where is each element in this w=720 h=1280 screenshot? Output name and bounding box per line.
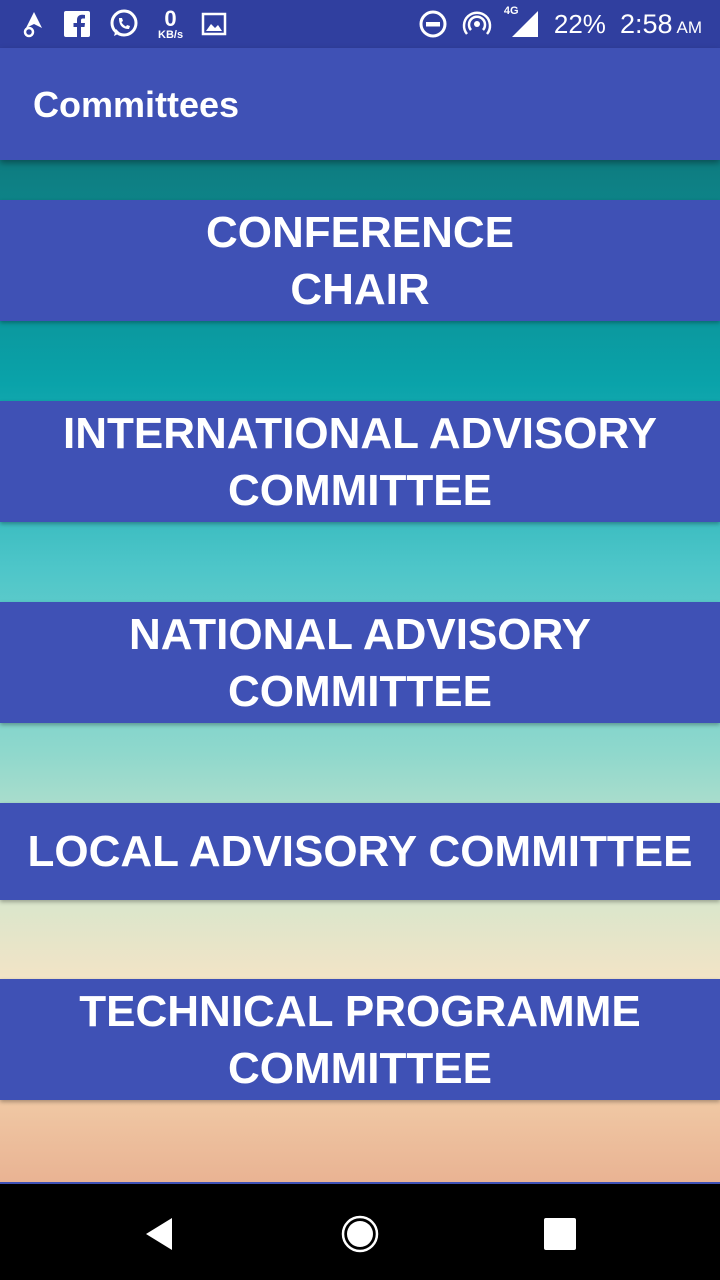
app-bar: Committees (0, 48, 720, 160)
system-icons: 4G 22% 2:58 AM (418, 0, 702, 48)
gallery-icon (201, 12, 227, 36)
clock-ampm: AM (676, 17, 703, 37)
back-icon (140, 1214, 180, 1259)
home-icon (340, 1214, 380, 1259)
button-label-line2: CHAIR (290, 264, 430, 314)
committee-list: CONFERENCE CHAIR INTERNATIONAL ADVISORY CO… (0, 160, 720, 1182)
signal-icon: 4G (504, 5, 540, 39)
button-label-line1: CONFERENCE (205, 207, 515, 257)
navigation-icon (22, 10, 46, 38)
button-label-line2: COMMITTEE (228, 666, 492, 716)
battery-percentage: 22% (553, 8, 606, 39)
button-label-line2: COMMITTEE (228, 465, 492, 515)
clock: 2:58 AM (620, 9, 702, 40)
home-button[interactable] (332, 1208, 388, 1264)
network-speed-icon: 0 KB/s (158, 5, 184, 41)
network-speed-value: 0 (164, 5, 177, 31)
back-button[interactable] (132, 1208, 188, 1264)
network-type-label: 4G (503, 5, 519, 17)
navigation-bar (0, 1182, 720, 1280)
whatsapp-icon (108, 8, 140, 40)
button-label-line1: TECHNICAL PROGRAMME (79, 986, 641, 1036)
clock-time: 2:58 (619, 8, 673, 39)
do-not-disturb-icon (418, 9, 448, 39)
button-label-line1: NATIONAL ADVISORY (128, 609, 592, 659)
status-bar: 0 KB/s 4G 22% 2:58 AM (0, 0, 720, 48)
conference-chair-button[interactable]: CONFERENCE CHAIR (0, 200, 720, 321)
local-advisory-committee-button[interactable]: LOCAL ADVISORY COMMITTEE (0, 803, 720, 900)
button-label-line1: INTERNATIONAL ADVISORY (62, 408, 658, 458)
national-advisory-committee-button[interactable]: NATIONAL ADVISORY COMMITTEE (0, 602, 720, 723)
hotspot-icon (462, 9, 492, 39)
notification-icons: 0 KB/s (22, 0, 227, 48)
network-speed-unit: KB/s (158, 28, 184, 41)
recents-icon (542, 1216, 578, 1257)
facebook-icon (64, 11, 90, 37)
button-label-line1: LOCAL ADVISORY COMMITTEE (27, 827, 693, 876)
recents-button[interactable] (532, 1208, 588, 1264)
button-label-line2: COMMITTEE (228, 1043, 492, 1093)
international-advisory-committee-button[interactable]: INTERNATIONAL ADVISORY COMMITTEE (0, 401, 720, 522)
technical-programme-committee-button[interactable]: TECHNICAL PROGRAMME COMMITTEE (0, 979, 720, 1100)
page-title: Committees (33, 84, 240, 125)
